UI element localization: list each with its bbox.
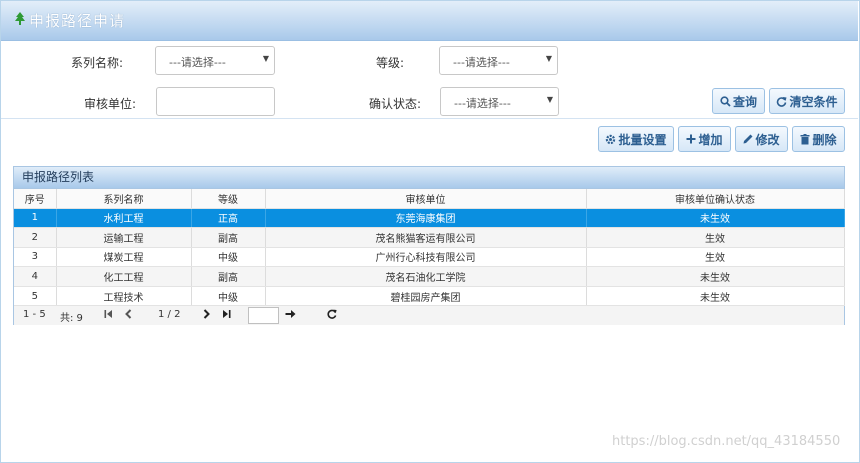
- edit-button-label: 修改: [755, 132, 780, 147]
- level-select[interactable]: ---请选择--- ▼: [439, 46, 558, 75]
- chevron-down-icon: ▼: [546, 95, 553, 104]
- table-cell: 副高: [191, 227, 266, 248]
- clear-button-label: 清空条件: [789, 94, 838, 109]
- divider: [1, 118, 858, 119]
- chevron-down-icon: ▼: [262, 54, 269, 63]
- search-icon: [720, 95, 731, 107]
- go-arrow-icon[interactable]: [285, 309, 296, 322]
- status-select[interactable]: ---请选择--- ▼: [440, 87, 559, 116]
- first-page-icon[interactable]: [104, 309, 113, 322]
- table-cell: 正高: [191, 208, 266, 229]
- grid-title: 申报路径列表: [14, 167, 844, 189]
- table-cell: 1: [14, 208, 57, 229]
- table-cell: 水利工程: [56, 208, 192, 229]
- column-header[interactable]: 审核单位确认状态: [586, 189, 845, 209]
- refresh-icon[interactable]: [327, 309, 337, 322]
- status-label: 确认状态:: [369, 97, 422, 111]
- table-cell: 生效: [586, 227, 845, 248]
- batch-settings-button[interactable]: 批量设置: [598, 126, 674, 152]
- query-button[interactable]: 查询: [712, 88, 765, 114]
- delete-button-label: 删除: [812, 132, 837, 147]
- watermark: https://blog.csdn.net/qq_43184550: [612, 434, 841, 449]
- table-row[interactable]: 4 化工工程 副高 茂名石油化工学院 未生效: [14, 266, 845, 287]
- gear-icon: [605, 134, 616, 145]
- table-cell: 未生效: [586, 266, 845, 287]
- table-cell: 5: [14, 286, 57, 307]
- table-cell: 茂名熊猫客运有限公司: [265, 227, 587, 248]
- add-button-label: 增加: [698, 132, 723, 147]
- unit-label: 审核单位:: [84, 97, 137, 111]
- table-cell: 广州行心科技有限公司: [265, 247, 587, 268]
- table-cell: 4: [14, 266, 57, 287]
- path-table: 序号 系列名称 等级 审核单位 审核单位确认状态 1 水利工程 正高 东莞海康集团 未生效 2 运输…: [14, 189, 845, 307]
- column-header[interactable]: 序号: [14, 189, 57, 209]
- table-cell: 茂名石油化工学院: [265, 266, 587, 287]
- table-cell: 碧桂园房产集团: [265, 286, 587, 307]
- table-cell: 中级: [191, 286, 266, 307]
- chevron-down-icon: ▼: [545, 54, 552, 63]
- status-select-value: ---请选择---: [454, 97, 511, 110]
- pager-range: 1 - 5: [23, 309, 46, 321]
- table-cell: 化工工程: [56, 266, 192, 287]
- column-header[interactable]: 审核单位: [265, 189, 587, 209]
- table-body: 1 水利工程 正高 东莞海康集团 未生效 2 运输工程 副高 茂名熊猫客运有限公司 生效 3 煤炭工程…: [14, 208, 845, 307]
- table-cell: 副高: [191, 266, 266, 287]
- table-cell: 中级: [191, 247, 266, 268]
- next-page-icon[interactable]: [203, 309, 210, 322]
- column-header[interactable]: 系列名称: [56, 189, 192, 209]
- prev-page-icon[interactable]: [125, 309, 132, 322]
- series-select-value: ---请选择---: [169, 56, 226, 69]
- page-number-input[interactable]: [248, 307, 279, 325]
- tree-icon: [14, 12, 26, 29]
- pencil-icon: [743, 134, 753, 144]
- table-cell: 东莞海康集团: [265, 208, 587, 229]
- trash-icon: [800, 133, 810, 145]
- table-cell: 3: [14, 247, 57, 268]
- pager: 1 - 5 共: 9 1 / 2: [14, 306, 844, 326]
- query-button-label: 查询: [732, 94, 757, 109]
- batch-settings-label: 批量设置: [618, 132, 667, 147]
- level-select-value: ---请选择---: [453, 56, 510, 69]
- page-title: 申报路径申请: [29, 12, 126, 30]
- table-cell: 2: [14, 227, 57, 248]
- last-page-icon[interactable]: [222, 309, 231, 322]
- table-cell: 工程技术: [56, 286, 192, 307]
- level-label: 等级:: [376, 56, 405, 70]
- clear-button[interactable]: 清空条件: [769, 88, 845, 114]
- table-cell: 煤炭工程: [56, 247, 192, 268]
- table-row[interactable]: 1 水利工程 正高 东莞海康集团 未生效: [14, 208, 845, 229]
- pager-page: 1 / 2: [158, 309, 181, 321]
- column-header[interactable]: 等级: [191, 189, 266, 209]
- edit-button[interactable]: 修改: [735, 126, 788, 152]
- unit-input[interactable]: [156, 87, 275, 116]
- table-row[interactable]: 3 煤炭工程 中级 广州行心科技有限公司 生效: [14, 247, 845, 268]
- pager-total: 共: 9: [60, 313, 83, 325]
- table-cell: 生效: [586, 247, 845, 268]
- delete-button[interactable]: 删除: [792, 126, 845, 152]
- plus-icon: [686, 134, 696, 144]
- series-label: 系列名称:: [71, 56, 124, 70]
- table-cell: 运输工程: [56, 227, 192, 248]
- table-cell: 未生效: [586, 286, 845, 307]
- refresh-icon: [776, 96, 787, 107]
- path-grid: 申报路径列表 序号 系列名称 等级 审核单位 审核单位确认状态 1 水利工程 正高 东莞海康集…: [13, 166, 845, 326]
- add-button[interactable]: 增加: [678, 126, 731, 152]
- table-header-row: 序号 系列名称 等级 审核单位 审核单位确认状态: [14, 189, 845, 209]
- title-bar: 申报路径申请: [1, 1, 858, 41]
- table-row[interactable]: 5 工程技术 中级 碧桂园房产集团 未生效: [14, 286, 845, 307]
- table-cell: 未生效: [586, 208, 845, 229]
- table-row[interactable]: 2 运输工程 副高 茂名熊猫客运有限公司 生效: [14, 227, 845, 248]
- series-select[interactable]: ---请选择--- ▼: [155, 46, 275, 75]
